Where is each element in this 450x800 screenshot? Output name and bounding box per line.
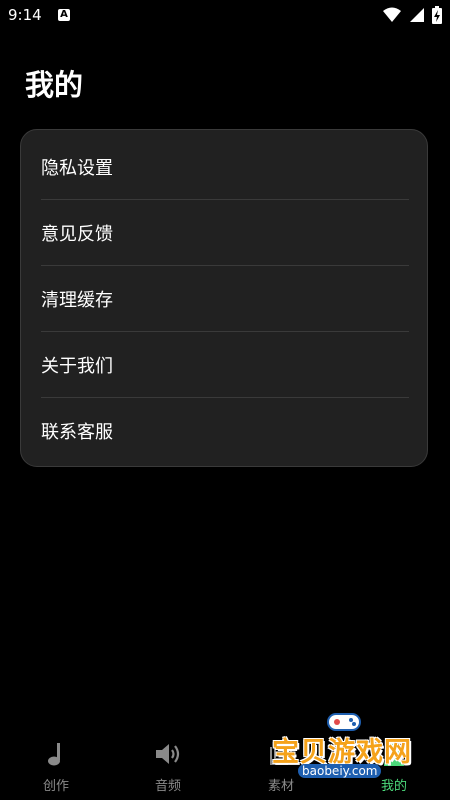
nav-item-create[interactable]: 创作 <box>0 730 112 800</box>
signal-icon <box>410 8 424 22</box>
nav-label: 创作 <box>42 779 69 794</box>
menu-item-label: 联系客服 <box>41 422 113 443</box>
menu-item-label: 隐私设置 <box>41 158 113 179</box>
nav-item-audio[interactable]: 音频 <box>112 730 224 800</box>
speaker-icon <box>156 744 180 764</box>
status-time: 9:14 <box>8 6 42 24</box>
menu-item-clear-cache[interactable]: 清理缓存 <box>41 266 409 332</box>
watermark-url: baobeiy.com <box>298 764 382 778</box>
music-note-icon <box>48 743 60 766</box>
settings-menu-card: 隐私设置 意见反馈 清理缓存 关于我们 联系客服 <box>20 129 428 467</box>
menu-item-feedback[interactable]: 意见反馈 <box>41 200 409 266</box>
menu-item-label: 清理缓存 <box>41 290 113 311</box>
watermark-logo: 宝贝游戏网 baobeiy.com <box>272 708 422 786</box>
menu-item-privacy-settings[interactable]: 隐私设置 <box>41 134 409 200</box>
wifi-icon <box>383 7 401 22</box>
status-bar: 9:14 A <box>0 0 450 30</box>
battery-charging-icon <box>432 6 442 24</box>
system-icons <box>383 5 442 25</box>
a-badge-icon: A <box>58 9 70 21</box>
menu-item-label: 关于我们 <box>41 356 113 377</box>
page-title: 我的 <box>25 68 84 102</box>
menu-item-about-us[interactable]: 关于我们 <box>41 332 409 398</box>
menu-item-contact-support[interactable]: 联系客服 <box>41 398 409 464</box>
nav-label: 音频 <box>154 779 181 794</box>
menu-item-label: 意见反馈 <box>41 224 113 245</box>
